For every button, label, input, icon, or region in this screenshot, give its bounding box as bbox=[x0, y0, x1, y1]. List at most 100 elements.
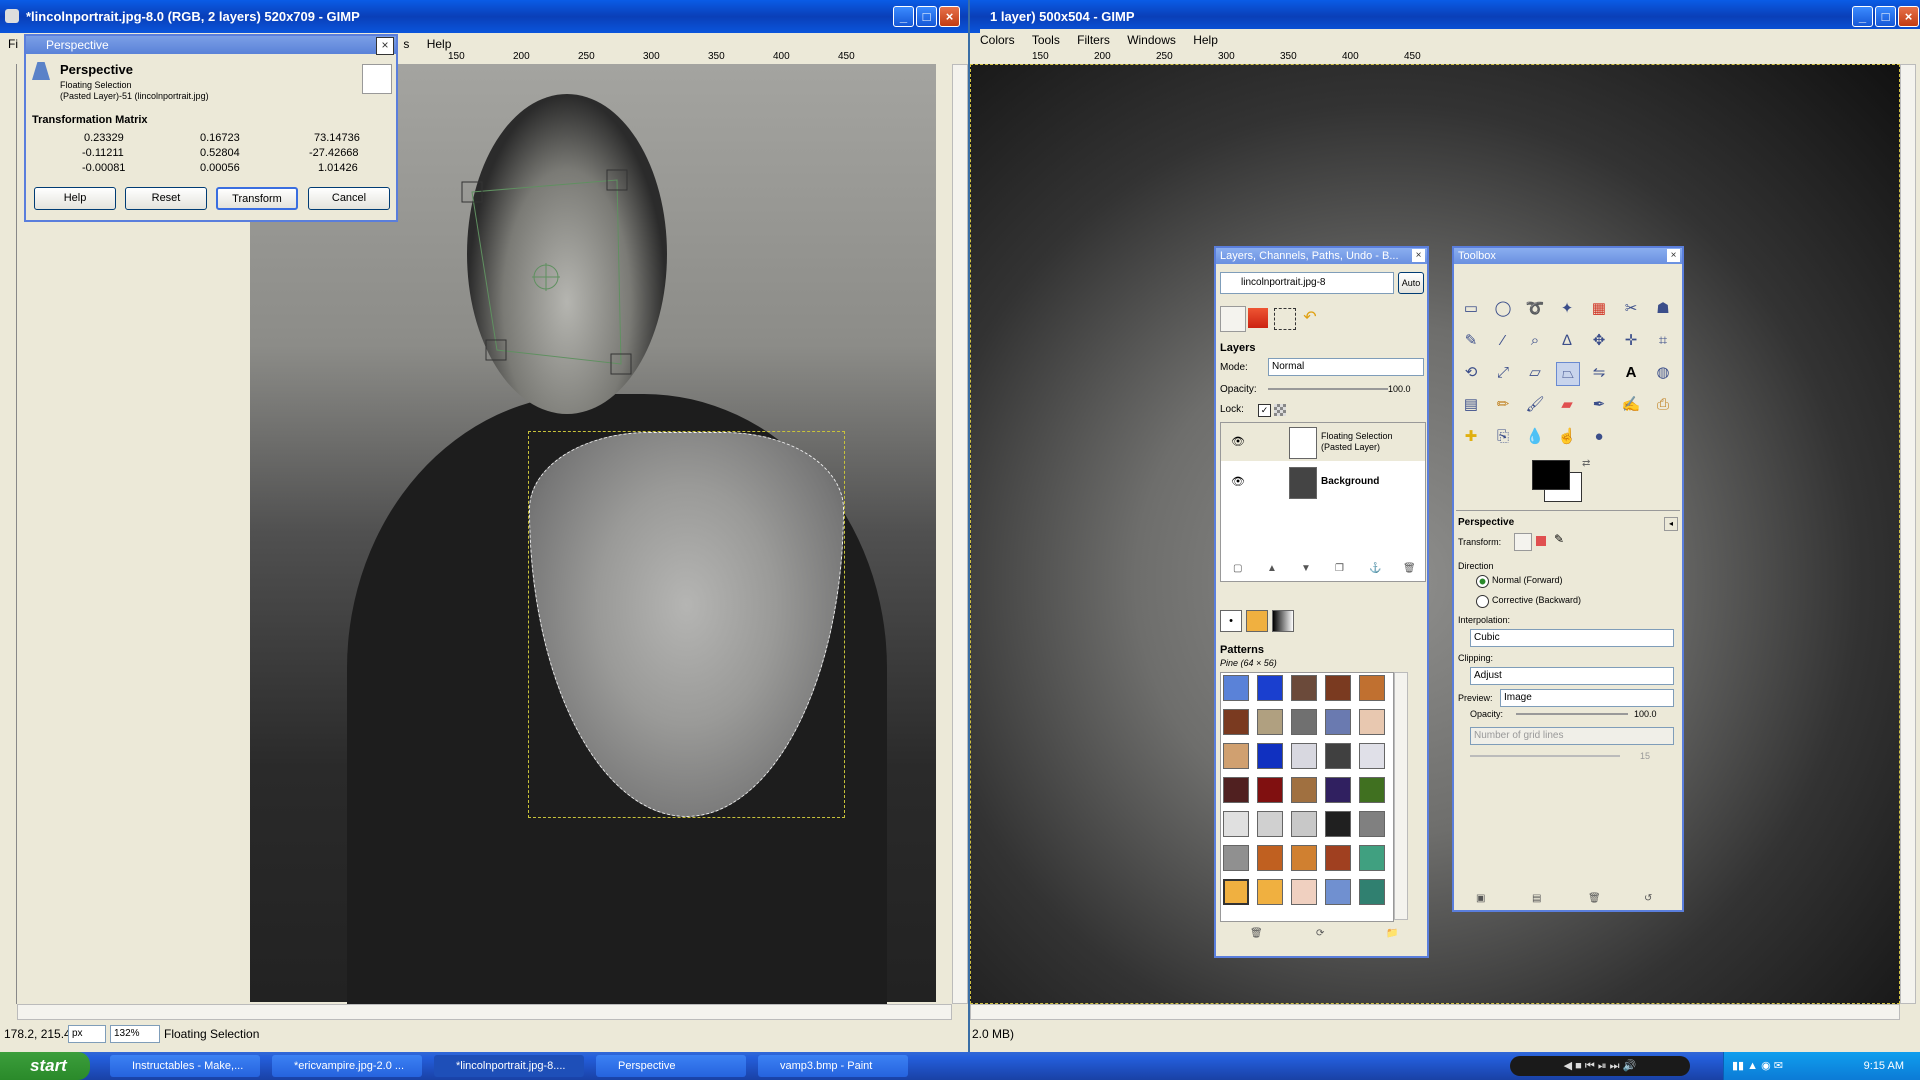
pattern-swatch[interactable] bbox=[1257, 879, 1283, 905]
heal-icon[interactable]: ✚ bbox=[1460, 426, 1482, 448]
pattern-swatch[interactable] bbox=[1257, 845, 1283, 871]
ink-icon[interactable]: ✍ bbox=[1620, 394, 1642, 416]
clock[interactable]: 9:15 AM bbox=[1864, 1052, 1904, 1080]
taskbar-item-instructables[interactable]: Instructables - Make,... bbox=[110, 1055, 260, 1077]
opacity-value[interactable]: 100.0 bbox=[1388, 384, 1411, 394]
menu-tools[interactable]: Tools bbox=[1032, 33, 1060, 47]
direction-corrective-label[interactable]: Corrective (Backward) bbox=[1492, 595, 1581, 605]
pattern-swatch[interactable] bbox=[1359, 675, 1385, 701]
channels-tab-icon[interactable] bbox=[1248, 308, 1268, 328]
paths-tool-icon[interactable]: ✎ bbox=[1460, 330, 1482, 352]
free-select-icon[interactable]: ➰ bbox=[1524, 298, 1546, 320]
menu-help[interactable]: Help bbox=[427, 37, 452, 51]
right-hscrollbar[interactable] bbox=[970, 1004, 1900, 1020]
align-icon[interactable]: ✛ bbox=[1620, 330, 1642, 352]
layers-dock-titlebar[interactable]: Layers, Channels, Paths, Undo - B... × bbox=[1216, 248, 1427, 264]
rect-select-icon[interactable]: ▭ bbox=[1460, 298, 1482, 320]
pattern-swatch[interactable] bbox=[1359, 845, 1385, 871]
duplicate-layer-icon[interactable]: ❐ bbox=[1335, 563, 1344, 574]
cancel-button[interactable]: Cancel bbox=[308, 187, 390, 210]
lock-pixels-checkbox[interactable]: ✓ bbox=[1258, 404, 1271, 417]
pattern-swatch[interactable] bbox=[1291, 845, 1317, 871]
unit-select[interactable]: px bbox=[68, 1025, 106, 1043]
tray-icons[interactable]: ▮▮ ▲ ◉ ✉ bbox=[1732, 1052, 1783, 1080]
transform-selection-icon[interactable] bbox=[1536, 536, 1546, 546]
color-picker-icon[interactable]: ⁄ bbox=[1492, 330, 1514, 352]
taskbar-item-paint[interactable]: vamp3.bmp - Paint bbox=[758, 1055, 908, 1077]
layer-row-background[interactable]: 👁 Background bbox=[1221, 463, 1425, 501]
anchor-layer-icon[interactable]: ⚓ bbox=[1369, 563, 1381, 574]
patterns-scrollbar[interactable] bbox=[1394, 672, 1408, 920]
smudge-icon[interactable]: ☝ bbox=[1556, 426, 1578, 448]
new-layer-icon[interactable]: ▢ bbox=[1233, 563, 1242, 574]
dodge-burn-icon[interactable]: ● bbox=[1588, 426, 1610, 448]
pattern-swatch[interactable] bbox=[1291, 879, 1317, 905]
perspective-dialog-titlebar[interactable]: Perspective × bbox=[26, 36, 396, 55]
right-minimize-button[interactable]: _ bbox=[1852, 6, 1873, 27]
pattern-swatch[interactable] bbox=[1291, 709, 1317, 735]
move-icon[interactable]: ✥ bbox=[1588, 330, 1610, 352]
pattern-swatch[interactable] bbox=[1223, 811, 1249, 837]
pattern-swatch[interactable] bbox=[1223, 845, 1249, 871]
blur-icon[interactable]: 💧 bbox=[1524, 426, 1546, 448]
pattern-swatch[interactable] bbox=[1359, 811, 1385, 837]
image-select[interactable]: lincolnportrait.jpg-8 bbox=[1220, 272, 1394, 294]
dialog-close-button[interactable]: × bbox=[376, 37, 394, 55]
gradients-tab-icon[interactable] bbox=[1272, 610, 1294, 632]
measure-icon[interactable]: ∆ bbox=[1556, 330, 1578, 352]
shear-icon[interactable]: ▱ bbox=[1524, 362, 1546, 384]
pattern-swatch[interactable] bbox=[1223, 709, 1249, 735]
pattern-swatch[interactable] bbox=[1223, 743, 1249, 769]
taskbar-item-ericvampire[interactable]: *ericvampire.jpg-2.0 ... bbox=[272, 1055, 422, 1077]
crop-icon[interactable]: ⌗ bbox=[1652, 330, 1674, 352]
left-window-titlebar[interactable]: *lincolnportrait.jpg-8.0 (RGB, 2 layers)… bbox=[0, 0, 968, 33]
perspective-tool-icon[interactable]: ⏢ bbox=[1556, 362, 1580, 386]
foreground-select-icon[interactable]: ☗ bbox=[1652, 298, 1674, 320]
airbrush-icon[interactable]: ✒ bbox=[1588, 394, 1610, 416]
pattern-swatch[interactable] bbox=[1359, 743, 1385, 769]
clone-icon[interactable]: ⎙ bbox=[1652, 394, 1674, 416]
scissors-icon[interactable]: ✂ bbox=[1620, 298, 1642, 320]
transform-path-icon[interactable]: ✎ bbox=[1554, 532, 1564, 546]
flip-icon[interactable]: ⇋ bbox=[1588, 362, 1610, 384]
refresh-patterns-icon[interactable]: ⟳ bbox=[1316, 928, 1324, 939]
transform-layer-icon[interactable] bbox=[1514, 533, 1532, 551]
pattern-swatch[interactable] bbox=[1325, 811, 1351, 837]
pattern-swatch[interactable] bbox=[1257, 675, 1283, 701]
save-options-icon[interactable]: ▣ bbox=[1476, 893, 1485, 904]
ellipse-select-icon[interactable]: ◯ bbox=[1492, 298, 1514, 320]
raise-layer-icon[interactable]: ▲ bbox=[1267, 563, 1277, 574]
start-button[interactable]: start bbox=[0, 1052, 90, 1080]
pattern-swatch[interactable] bbox=[1325, 845, 1351, 871]
paths-tab-icon[interactable] bbox=[1274, 308, 1296, 330]
grid-type-select[interactable]: Number of grid lines bbox=[1470, 727, 1674, 745]
pencil-icon[interactable]: ✏ bbox=[1492, 394, 1514, 416]
preview-select[interactable]: Image bbox=[1500, 689, 1674, 707]
right-close-button[interactable]: × bbox=[1898, 6, 1919, 27]
restore-options-icon[interactable]: ▤ bbox=[1532, 893, 1541, 904]
right-maximize-button[interactable]: □ bbox=[1875, 6, 1896, 27]
pattern-swatch[interactable] bbox=[1257, 777, 1283, 803]
text-tool-icon[interactable]: A bbox=[1620, 362, 1642, 384]
pattern-swatch[interactable] bbox=[1223, 777, 1249, 803]
menu-file[interactable]: Fi bbox=[8, 37, 18, 51]
direction-normal-label[interactable]: Normal (Forward) bbox=[1492, 575, 1563, 585]
layers-tab-icon[interactable] bbox=[1220, 306, 1246, 332]
left-hscrollbar[interactable] bbox=[17, 1004, 952, 1020]
menu-colors[interactable]: Colors bbox=[980, 33, 1015, 47]
patterns-grid[interactable] bbox=[1220, 672, 1394, 922]
pattern-swatch[interactable] bbox=[1291, 675, 1317, 701]
bucket-fill-icon[interactable]: ◍ bbox=[1652, 362, 1674, 384]
pattern-swatch[interactable] bbox=[1359, 709, 1385, 735]
grid-lines-slider[interactable] bbox=[1470, 755, 1620, 757]
preview-opacity-value[interactable]: 100.0 bbox=[1634, 709, 1657, 719]
transform-button[interactable]: Transform bbox=[216, 187, 298, 210]
options-menu-icon[interactable]: ◂ bbox=[1664, 517, 1678, 531]
pattern-swatch[interactable] bbox=[1257, 709, 1283, 735]
grid-lines-value[interactable]: 15 bbox=[1640, 751, 1650, 761]
fuzzy-select-icon[interactable]: ✦ bbox=[1556, 298, 1578, 320]
menu-windows[interactable]: Windows bbox=[1127, 33, 1176, 47]
menu-partial[interactable]: s bbox=[403, 37, 409, 51]
direction-corrective-radio[interactable] bbox=[1476, 595, 1489, 608]
undo-tab-icon[interactable]: ↶ bbox=[1300, 308, 1320, 328]
